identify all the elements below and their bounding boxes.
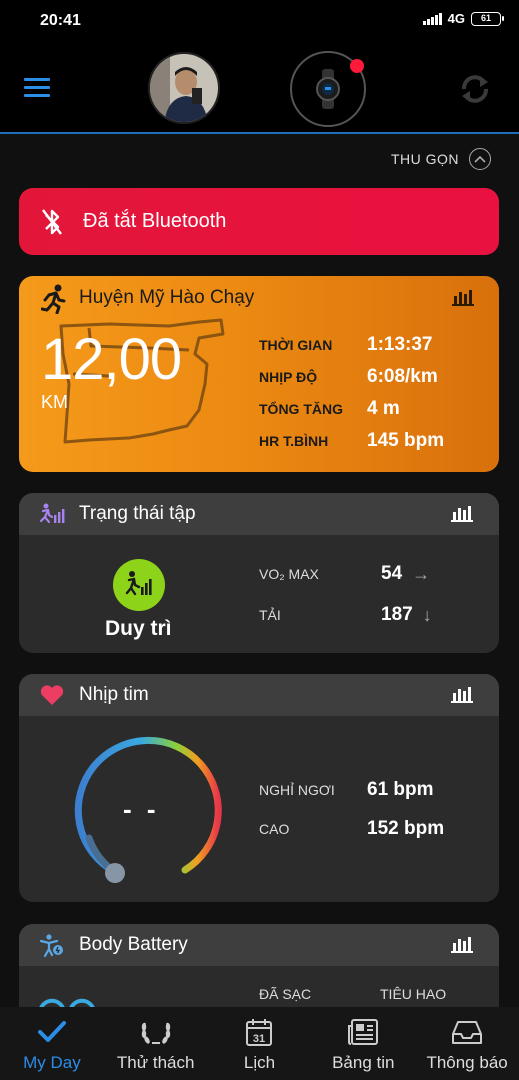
activity-title: Huyện Mỹ Hào Chạy	[79, 287, 255, 308]
bar-chart-icon[interactable]	[452, 288, 474, 306]
load-value: 187	[381, 604, 413, 625]
resting-hr-value: 61 bpm	[367, 779, 434, 800]
card-title: Trạng thái tập	[79, 503, 196, 524]
card-title: Body Battery	[79, 934, 188, 955]
notification-dot	[350, 59, 364, 73]
battery-value-partial	[39, 998, 95, 1008]
app-header	[0, 40, 519, 134]
nav-label: Lịch	[243, 1053, 276, 1072]
charged-label: ĐÃ SẠC	[259, 986, 312, 1002]
nav-challenges[interactable]: Thử thách	[104, 1007, 208, 1080]
drained-label: TIÊU HAO	[380, 986, 447, 1002]
status-icons: 4G 61	[423, 11, 504, 26]
nav-notifications[interactable]: Thông báo	[415, 1007, 519, 1080]
training-status-badge	[113, 559, 165, 611]
menu-icon[interactable]	[24, 78, 50, 98]
card-header: Nhịp tim	[19, 674, 499, 716]
nav-my-day[interactable]: My Day	[0, 1007, 104, 1080]
battery-icon: 61	[471, 11, 504, 26]
heart-rate-card[interactable]: Nhịp tim - - NGHỈ NGƠI 61 bpm CAO 152 bp…	[19, 674, 499, 902]
newsfeed-icon	[348, 1019, 379, 1045]
nav-label: Thông báo	[426, 1053, 508, 1072]
stat-value: 145 bpm	[367, 430, 445, 451]
vo2max-value: 54	[381, 563, 403, 584]
chevron-up-icon	[469, 148, 491, 170]
signal-icon	[423, 12, 442, 25]
training-status-card[interactable]: Trạng thái tập Duy trì VO₂ MAX 54 → TẢI …	[19, 493, 499, 653]
bluetooth-off-banner[interactable]: Đã tắt Bluetooth	[19, 188, 499, 255]
distance-value: 12,00	[41, 327, 182, 392]
bar-chart-icon[interactable]	[451, 935, 473, 953]
bar-chart-icon[interactable]	[451, 685, 473, 703]
current-heart-rate: - -	[123, 794, 160, 824]
check-icon	[37, 1021, 66, 1042]
arrow-down-icon: ↓	[422, 604, 432, 625]
status-bar: 20:41 4G 61	[0, 0, 519, 40]
load-label: TẢI	[259, 607, 281, 623]
stat-value: 6:08/km	[367, 366, 438, 387]
bluetooth-banner-text: Đã tắt Bluetooth	[83, 210, 227, 232]
arrow-right-icon: →	[412, 563, 431, 584]
calendar-icon: 31	[246, 1019, 273, 1046]
bar-chart-icon[interactable]	[451, 504, 473, 522]
nav-newsfeed[interactable]: Bảng tin	[311, 1007, 415, 1080]
heart-icon	[40, 685, 64, 705]
bluetooth-off-icon	[42, 208, 62, 235]
stat-label: TỔNG TĂNG	[259, 401, 343, 417]
high-hr-metric: CAO 152 bpm	[259, 818, 444, 840]
load-metric: TẢI 187 ↓	[259, 604, 432, 626]
sync-icon[interactable]	[456, 70, 494, 108]
inbox-icon	[452, 1021, 483, 1044]
stat-row: TỔNG TĂNG 4 m	[259, 393, 444, 425]
vo2max-metric: VO₂ MAX 54 →	[259, 563, 430, 585]
bottom-navigation: My Day Thử thách 31 Lịch Bảng tin Thông …	[0, 1007, 519, 1080]
stat-row: HR T.BÌNH 145 bpm	[259, 425, 444, 457]
activity-stats: THỜI GIAN 1:13:37 NHỊP ĐỘ 6:08/km TỔNG T…	[259, 329, 444, 457]
stat-value: 4 m	[367, 398, 400, 419]
runner-bars-icon	[125, 571, 152, 596]
card-header: Trạng thái tập	[19, 493, 499, 535]
stat-value: 1:13:37	[367, 334, 433, 355]
collapse-label: THU GỌN	[390, 151, 459, 167]
running-icon	[41, 284, 66, 314]
resting-hr-metric: NGHỈ NGƠI 61 bpm	[259, 779, 434, 801]
high-hr-label: CAO	[259, 821, 290, 837]
laurel-icon	[141, 1022, 170, 1044]
avatar[interactable]	[148, 52, 220, 124]
vo2max-label: VO₂ MAX	[259, 566, 319, 582]
resting-hr-label: NGHỈ NGƠI	[259, 782, 335, 798]
high-hr-value: 152 bpm	[367, 818, 445, 839]
stat-label: THỜI GIAN	[259, 337, 333, 353]
nav-label: Thử thách	[116, 1053, 195, 1072]
card-header: Body Battery	[19, 924, 499, 966]
calendar-day: 31	[253, 1033, 265, 1045]
device-button[interactable]	[290, 51, 366, 127]
activity-card-run[interactable]: Huyện Mỹ Hào Chạy 12,00 KM THỜI GIAN 1:1…	[19, 276, 499, 472]
training-status-text: Duy trì	[105, 617, 172, 640]
card-title: Nhịp tim	[79, 684, 149, 705]
stat-label: HR T.BÌNH	[259, 433, 329, 449]
training-status-icon	[39, 503, 65, 524]
nav-calendar[interactable]: 31 Lịch	[208, 1007, 312, 1080]
nav-label: Bảng tin	[332, 1053, 395, 1072]
collapse-button[interactable]: THU GỌN	[391, 148, 491, 170]
stat-row: NHỊP ĐỘ 6:08/km	[259, 361, 444, 393]
distance-unit: KM	[41, 392, 68, 412]
network-type: 4G	[447, 11, 465, 26]
status-time: 20:41	[40, 12, 81, 29]
stat-row: THỜI GIAN 1:13:37	[259, 329, 444, 361]
stat-label: NHỊP ĐỘ	[259, 369, 318, 385]
body-battery-icon	[39, 934, 63, 958]
nav-label: My Day	[23, 1053, 81, 1072]
